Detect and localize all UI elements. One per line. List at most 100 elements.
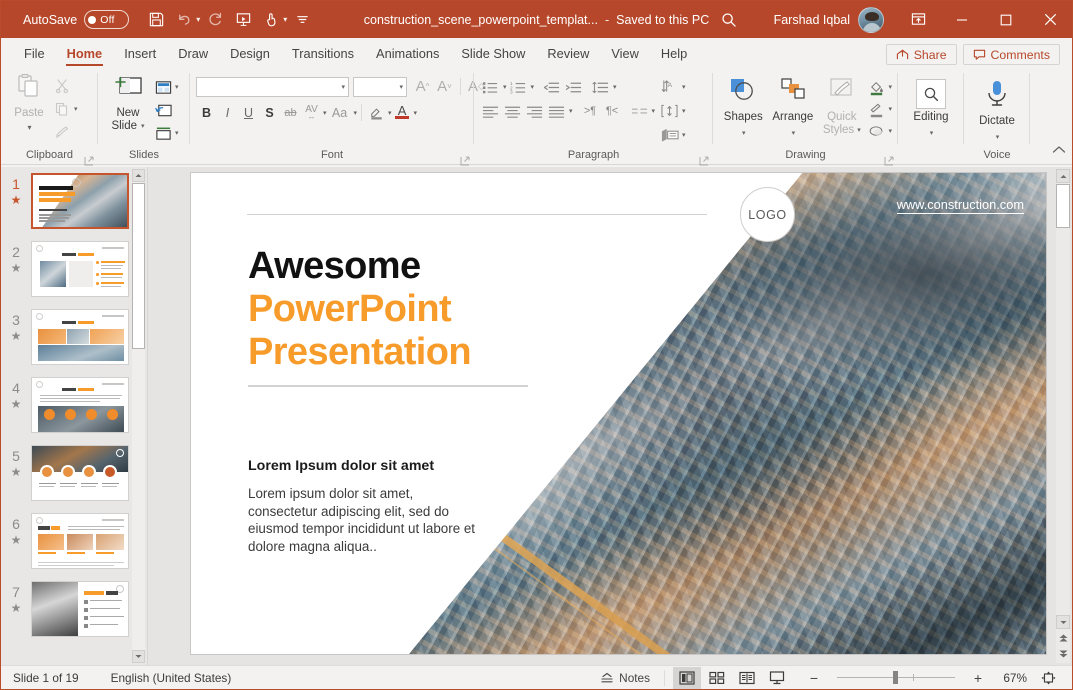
slide-title-block[interactable]: Awesome PowerPoint Presentation <box>248 245 718 374</box>
zoom-out-button[interactable]: − <box>801 667 827 689</box>
tab-animations[interactable]: Animations <box>365 43 450 67</box>
shape-outline-dropdown-icon[interactable]: ▾ <box>888 105 892 113</box>
numbering-dropdown-icon[interactable]: ▾ <box>531 83 535 91</box>
zoom-level-label[interactable]: 67% <box>993 671 1027 685</box>
numbering-button[interactable]: 123 <box>508 77 529 97</box>
thumbnail-pane-scrollbar[interactable] <box>132 169 145 663</box>
slide-thumbnail-4[interactable]: 4 ★ <box>1 377 131 433</box>
document-title[interactable]: construction_scene_powerpoint_templat...… <box>364 13 709 27</box>
font-size-input[interactable]: ▾ <box>353 77 407 97</box>
ribbon-display-options-icon[interactable] <box>896 1 940 38</box>
underline-button[interactable]: U <box>238 102 259 123</box>
editing-button[interactable]: Editing ▾ <box>908 76 953 143</box>
text-highlight-color-button[interactable] <box>366 102 387 123</box>
zoom-slider-handle[interactable] <box>893 671 898 684</box>
line-spacing-button[interactable] <box>590 77 611 97</box>
drawing-dialog-launcher-icon[interactable] <box>884 153 894 163</box>
shrink-font-button[interactable]: A˅ <box>434 76 455 97</box>
slide-thumbnail-pane[interactable]: 1 ★ 2 ★ <box>1 167 147 665</box>
text-direction-button[interactable]: A <box>659 77 680 97</box>
tab-draw[interactable]: Draw <box>167 43 219 67</box>
slide-pane-scrollbar[interactable] <box>1056 169 1070 663</box>
slide-thumbnail-5[interactable]: 5 ★ <box>1 445 131 501</box>
paste-button[interactable]: Paste ▾ <box>7 72 51 143</box>
shape-effects-dropdown-icon[interactable]: ▾ <box>888 127 892 135</box>
convert-to-smartart-button[interactable] <box>659 125 680 145</box>
maximize-button[interactable] <box>984 1 1028 38</box>
shape-outline-button[interactable]: ▾ <box>865 98 892 120</box>
tab-transitions[interactable]: Transitions <box>281 43 365 67</box>
shape-fill-button[interactable]: ▾ <box>865 76 892 98</box>
increase-indent-button[interactable] <box>563 77 584 97</box>
minimize-button[interactable] <box>940 1 984 38</box>
slide-scroll-down-icon[interactable] <box>1056 615 1070 629</box>
next-slide-icon[interactable] <box>1056 647 1070 661</box>
align-center-button[interactable] <box>502 101 523 121</box>
tab-slide-show[interactable]: Slide Show <box>450 43 536 67</box>
convert-smartart-dropdown-icon[interactable]: ▾ <box>682 131 686 139</box>
close-button[interactable] <box>1028 1 1072 38</box>
text-shadow-button[interactable]: S <box>259 102 280 123</box>
slide-counter[interactable]: Slide 1 of 19 <box>13 671 79 685</box>
editing-dropdown-icon[interactable]: ▾ <box>930 127 934 140</box>
quick-styles-dropdown-icon[interactable]: ▾ <box>857 124 861 137</box>
undo-icon[interactable] <box>171 7 197 33</box>
align-right-button[interactable] <box>524 101 545 121</box>
format-painter-button[interactable] <box>51 121 78 143</box>
previous-slide-icon[interactable] <box>1056 631 1070 645</box>
bullets-button[interactable] <box>480 77 501 97</box>
dictate-dropdown-icon[interactable]: ▾ <box>996 131 1000 144</box>
slide-thumbnail-3[interactable]: 3 ★ <box>1 309 131 365</box>
align-text-dropdown-icon[interactable]: ▾ <box>682 107 686 115</box>
tab-view[interactable]: View <box>600 43 650 67</box>
text-direction-dropdown-icon[interactable]: ▾ <box>682 83 686 91</box>
dictate-button[interactable]: Dictate ▾ <box>974 76 1020 147</box>
start-presentation-icon[interactable] <box>230 7 256 33</box>
bold-button[interactable]: B <box>196 102 217 123</box>
zoom-in-button[interactable]: + <box>965 667 991 689</box>
thumbnail-scrollbar-thumb[interactable] <box>132 183 145 349</box>
strikethrough-button[interactable]: ab <box>280 102 301 123</box>
slide-thumbnail-7[interactable]: 7 ★ <box>1 581 131 637</box>
font-name-dropdown-icon[interactable]: ▾ <box>341 83 345 91</box>
change-case-button[interactable]: Aa <box>327 102 353 123</box>
touch-mode-dropdown-icon[interactable]: ▾ <box>283 15 287 24</box>
tab-insert[interactable]: Insert <box>113 43 167 67</box>
search-icon[interactable] <box>712 5 746 35</box>
justify-dropdown-icon[interactable]: ▾ <box>569 107 573 115</box>
tab-design[interactable]: Design <box>219 43 281 67</box>
reading-view-button[interactable] <box>733 667 761 689</box>
columns-button[interactable] <box>629 101 650 121</box>
new-slide-button[interactable]: New Slide ▾ <box>104 72 152 136</box>
justify-button[interactable] <box>546 101 567 121</box>
language-indicator[interactable]: English (United States) <box>111 671 232 685</box>
align-text-button[interactable] <box>659 101 680 121</box>
slide-thumbnail-2[interactable]: 2 ★ <box>1 241 131 297</box>
font-color-dropdown-icon[interactable]: ▾ <box>414 109 418 117</box>
change-case-dropdown-icon[interactable]: ▾ <box>354 109 358 117</box>
slideshow-button[interactable] <box>763 667 791 689</box>
section-button[interactable]: ▾ <box>152 122 179 144</box>
tab-file[interactable]: File <box>13 43 56 67</box>
tab-help[interactable]: Help <box>650 43 698 67</box>
touch-mode-icon[interactable] <box>258 7 284 33</box>
font-color-button[interactable]: A <box>392 102 413 123</box>
font-dialog-launcher-icon[interactable] <box>460 153 470 163</box>
thumbnail-scroll-up-icon[interactable] <box>132 169 145 182</box>
thumbnail-scroll-down-icon[interactable] <box>132 650 145 663</box>
share-button[interactable]: Share <box>886 44 957 65</box>
normal-view-button[interactable] <box>673 667 701 689</box>
font-name-input[interactable]: ▾ <box>196 77 349 97</box>
paragraph-dialog-launcher-icon[interactable] <box>699 153 709 163</box>
align-left-button[interactable] <box>480 101 501 121</box>
new-slide-dropdown-icon[interactable]: ▾ <box>141 120 145 133</box>
current-slide[interactable]: www.construction.com LOGO Awesome PowerP… <box>191 173 1046 654</box>
layout-button[interactable]: ▾ <box>152 76 179 98</box>
autosave-toggle[interactable]: Off <box>84 10 129 29</box>
collapse-ribbon-icon[interactable] <box>1052 142 1066 160</box>
undo-dropdown-icon[interactable]: ▾ <box>196 15 200 24</box>
fit-to-window-button[interactable] <box>1035 667 1062 689</box>
italic-button[interactable]: I <box>217 102 238 123</box>
shapes-button[interactable]: Shapes ▾ <box>719 74 768 143</box>
user-name-label[interactable]: Farshad Iqbal <box>774 13 850 27</box>
